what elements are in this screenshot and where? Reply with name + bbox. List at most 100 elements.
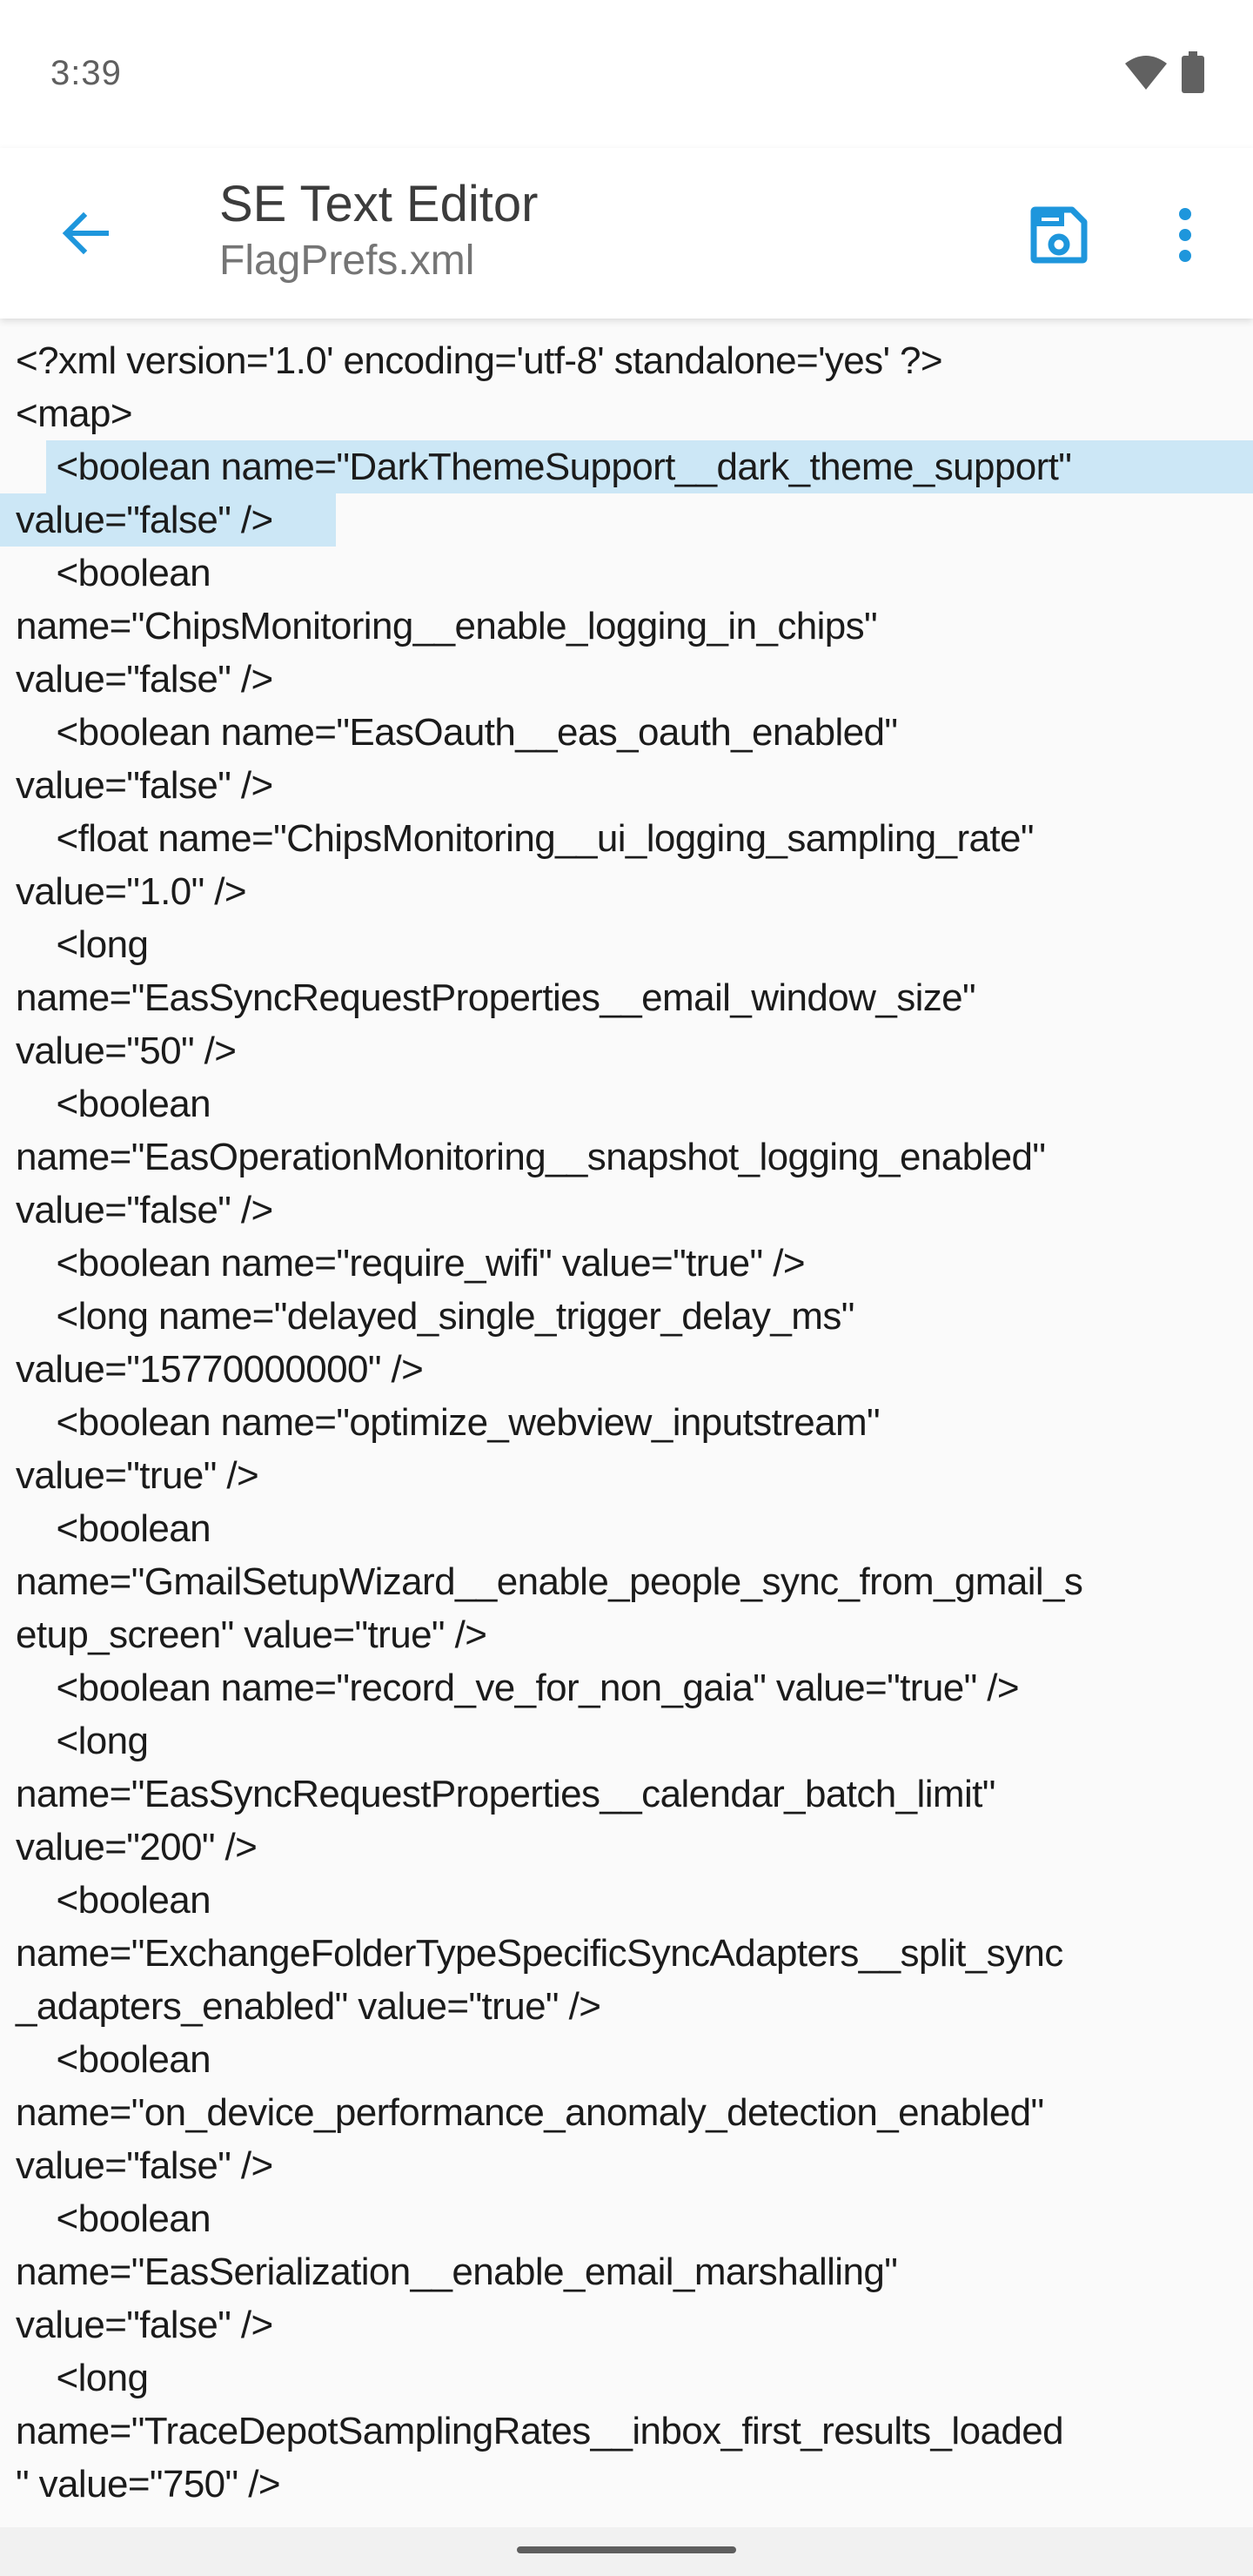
editor-line: <long name="delayed_single_trigger_delay… xyxy=(16,1290,1253,1343)
more-options-button[interactable] xyxy=(1153,200,1217,273)
editor-line: value="false" /> xyxy=(0,493,1253,547)
editor-line: <?xml version='1.0' encoding='utf-8' sta… xyxy=(16,334,1253,387)
editor-line: <boolean xyxy=(16,1502,1253,1555)
app-title: SE Text Editor xyxy=(219,176,539,232)
editor-line-text: value="false" /> xyxy=(16,499,273,541)
editor-line: _adapters_enabled" value="true" /> xyxy=(16,1980,1253,2033)
back-button[interactable] xyxy=(52,202,118,268)
editor-line: name="EasSerialization__enable_email_mar… xyxy=(16,2245,1253,2298)
editor-line-text: value="15770000000" /> xyxy=(16,1348,424,1391)
editor-line: <boolean xyxy=(16,547,1253,600)
editor-line: name="on_device_performance_anomaly_dete… xyxy=(16,2086,1253,2139)
editor-line-text: name="EasSerialization__enable_email_mar… xyxy=(16,2251,898,2293)
app-bar: SE Text Editor FlagPrefs.xml xyxy=(0,148,1253,319)
editor-line: value="false" /> xyxy=(16,2298,1253,2351)
editor-line-text: <boolean xyxy=(16,2197,211,2240)
editor-line: <boolean name="require_wifi" value="true… xyxy=(16,1237,1253,1290)
editor-line-text: name="on_device_performance_anomaly_dete… xyxy=(16,2091,1044,2134)
editor-line: name="EasOperationMonitoring__snapshot_l… xyxy=(16,1130,1253,1184)
editor-line: name="TraceDepotSamplingRates__inbox_fir… xyxy=(16,2405,1253,2458)
editor-line-text: <boolean xyxy=(16,1083,211,1125)
editor-line-text: name="TraceDepotSamplingRates__inbox_fir… xyxy=(16,2410,1064,2452)
editor-line-text: etup_screen" value="true" /> xyxy=(16,1613,487,1656)
editor-line-text: <boolean xyxy=(16,1507,211,1550)
editor-line: <boolean xyxy=(16,1077,1253,1130)
editor-line: value="50" /> xyxy=(16,1024,1253,1077)
text-editor[interactable]: <?xml version='1.0' encoding='utf-8' sta… xyxy=(0,334,1253,2532)
editor-line-text: <boolean xyxy=(16,552,211,594)
gesture-handle[interactable] xyxy=(517,2546,736,2553)
editor-line: name="ChipsMonitoring__enable_logging_in… xyxy=(16,600,1253,653)
editor-line: value="1.0" /> xyxy=(16,865,1253,918)
editor-line-text: <boolean xyxy=(16,1879,211,1922)
status-icons xyxy=(1123,50,1205,97)
editor-line: <boolean name="DarkThemeSupport__dark_th… xyxy=(16,440,1253,493)
editor-line-text: value="false" /> xyxy=(16,2144,273,2187)
editor-line-text: name="EasSyncRequestProperties__email_wi… xyxy=(16,976,976,1019)
editor-line-text: value="200" /> xyxy=(16,1826,258,1868)
save-button[interactable] xyxy=(1022,200,1096,273)
editor-content[interactable]: <?xml version='1.0' encoding='utf-8' sta… xyxy=(0,334,1253,2511)
editor-line-text: <long xyxy=(16,923,149,966)
editor-line-text: <long name="delayed_single_trigger_delay… xyxy=(16,1295,854,1338)
editor-line-text: <boolean name="DarkThemeSupport__dark_th… xyxy=(16,446,1072,488)
save-icon xyxy=(1030,206,1088,268)
editor-line: <boolean name="optimize_webview_inputstr… xyxy=(16,1396,1253,1449)
editor-line-text: value="50" /> xyxy=(16,1030,237,1072)
editor-line: value="false" /> xyxy=(16,759,1253,812)
editor-line-text: name="GmailSetupWizard__enable_people_sy… xyxy=(16,1560,1083,1603)
editor-line: value="15770000000" /> xyxy=(16,1343,1253,1396)
editor-line-text: " value="750" /> xyxy=(16,2463,281,2506)
editor-line-text: value="false" /> xyxy=(16,764,273,807)
navigation-bar xyxy=(0,2527,1253,2576)
editor-line: value="false" /> xyxy=(16,1184,1253,1237)
title-group: SE Text Editor FlagPrefs.xml xyxy=(219,174,538,287)
more-vert-icon xyxy=(1176,207,1194,267)
editor-line-text: <boolean name="record_ve_for_non_gaia" v… xyxy=(16,1667,1019,1709)
editor-line-text: <long xyxy=(16,2357,149,2399)
editor-line: name="GmailSetupWizard__enable_people_sy… xyxy=(16,1555,1253,1608)
editor-line-text: name="EasOperationMonitoring__snapshot_l… xyxy=(16,1136,1046,1178)
status-time: 3:39 xyxy=(50,54,122,92)
editor-line: " value="750" /> xyxy=(16,2458,1253,2511)
battery-icon xyxy=(1181,50,1205,97)
editor-line: <long xyxy=(16,2351,1253,2405)
editor-line: <boolean xyxy=(16,2192,1253,2245)
editor-line-text: <?xml version='1.0' encoding='utf-8' sta… xyxy=(16,339,943,382)
editor-line-text: value="false" /> xyxy=(16,658,273,701)
editor-line: name="EasSyncRequestProperties__email_wi… xyxy=(16,971,1253,1024)
editor-line: <boolean xyxy=(16,1874,1253,1927)
editor-line-text: <boolean name="EasOauth__eas_oauth_enabl… xyxy=(16,711,898,754)
editor-line: etup_screen" value="true" /> xyxy=(16,1608,1253,1661)
editor-line: value="200" /> xyxy=(16,1821,1253,1874)
editor-line-text: value="true" /> xyxy=(16,1454,259,1497)
editor-line: <boolean xyxy=(16,2033,1253,2086)
editor-line-text: name="EasSyncRequestProperties__calendar… xyxy=(16,1773,995,1815)
status-bar: 3:39 xyxy=(0,0,1253,148)
editor-line: <long xyxy=(16,1714,1253,1768)
editor-line-text: value="1.0" /> xyxy=(16,870,247,913)
editor-line-text: _adapters_enabled" value="true" /> xyxy=(16,1985,601,2028)
editor-line: name="ExchangeFolderTypeSpecificSyncAdap… xyxy=(16,1927,1253,1980)
editor-line-text: <map> xyxy=(16,392,133,435)
editor-line: value="false" /> xyxy=(16,2139,1253,2192)
editor-line: <boolean name="EasOauth__eas_oauth_enabl… xyxy=(16,706,1253,759)
editor-line: <map> xyxy=(16,387,1253,440)
editor-line: <boolean name="record_ve_for_non_gaia" v… xyxy=(16,1661,1253,1714)
editor-line-text: <boolean name="optimize_webview_inputstr… xyxy=(16,1401,881,1444)
editor-line: <float name="ChipsMonitoring__ui_logging… xyxy=(16,812,1253,865)
editor-line-text: name="ChipsMonitoring__enable_logging_in… xyxy=(16,605,878,647)
editor-line: value="false" /> xyxy=(16,653,1253,706)
editor-line: value="true" /> xyxy=(16,1449,1253,1502)
editor-line-text: value="false" /> xyxy=(16,1189,273,1231)
editor-line: <long xyxy=(16,918,1253,971)
file-name: FlagPrefs.xml xyxy=(219,238,475,284)
editor-line-text: <long xyxy=(16,1720,149,1762)
wifi-icon xyxy=(1123,53,1169,96)
editor-line-text: value="false" /> xyxy=(16,2304,273,2346)
editor-line-text: <boolean xyxy=(16,2038,211,2081)
editor-line: name="EasSyncRequestProperties__calendar… xyxy=(16,1768,1253,1821)
arrow-back-icon xyxy=(59,207,111,264)
editor-line-text: name="ExchangeFolderTypeSpecificSyncAdap… xyxy=(16,1932,1063,1975)
editor-line-text: <boolean name="require_wifi" value="true… xyxy=(16,1242,805,1285)
